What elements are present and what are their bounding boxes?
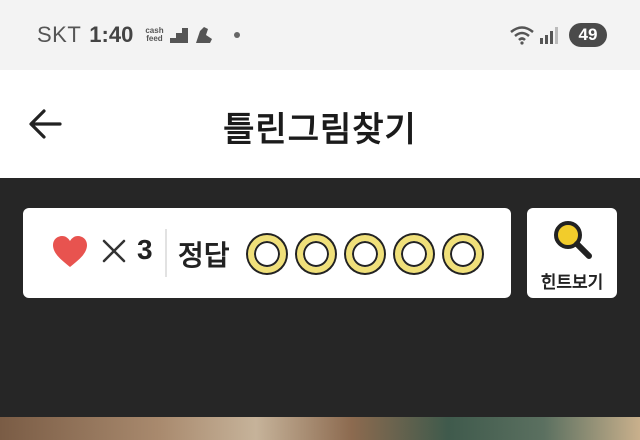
answer-slot [248, 235, 286, 273]
answer-slot [297, 235, 335, 273]
lives-count: 3 [137, 234, 153, 265]
answer-slot [395, 235, 433, 273]
game-status-card: 3 정답 [23, 208, 511, 298]
signal-icon [540, 27, 558, 44]
page-title: 틀린그림찾기 [223, 111, 417, 149]
hint-button[interactable]: 힌트보기 [527, 208, 617, 298]
app-header: 틀린그림찾기 [0, 70, 640, 178]
answer-slot [444, 235, 482, 273]
times-icon [102, 239, 126, 263]
magnifier-icon [554, 221, 592, 259]
heart-icon [53, 236, 87, 267]
cashfeed-line2: feed [146, 34, 163, 43]
shoe-icon [195, 27, 212, 43]
answer-slot [346, 235, 384, 273]
answer-slots [248, 235, 493, 273]
status-right: 49 [509, 23, 607, 47]
status-left: SKT 1:40 cash feed [37, 22, 240, 48]
puzzle-image[interactable] [0, 417, 640, 440]
carrier-label: SKT [37, 22, 82, 47]
stairs-icon [169, 28, 188, 43]
clock: 1:40 [89, 22, 134, 47]
divider [165, 229, 167, 277]
battery-indicator: 49 [569, 23, 607, 47]
cashfeed-icon: cash feed [145, 27, 163, 43]
wifi-icon [510, 26, 534, 45]
game-area: 3 정답 힌트보기 [0, 178, 640, 440]
answer-label: 정답 [178, 240, 230, 271]
hint-label: 힌트보기 [540, 273, 604, 292]
notification-dot [233, 32, 240, 38]
status-bar: SKT 1:40 cash feed 49 [0, 0, 640, 70]
